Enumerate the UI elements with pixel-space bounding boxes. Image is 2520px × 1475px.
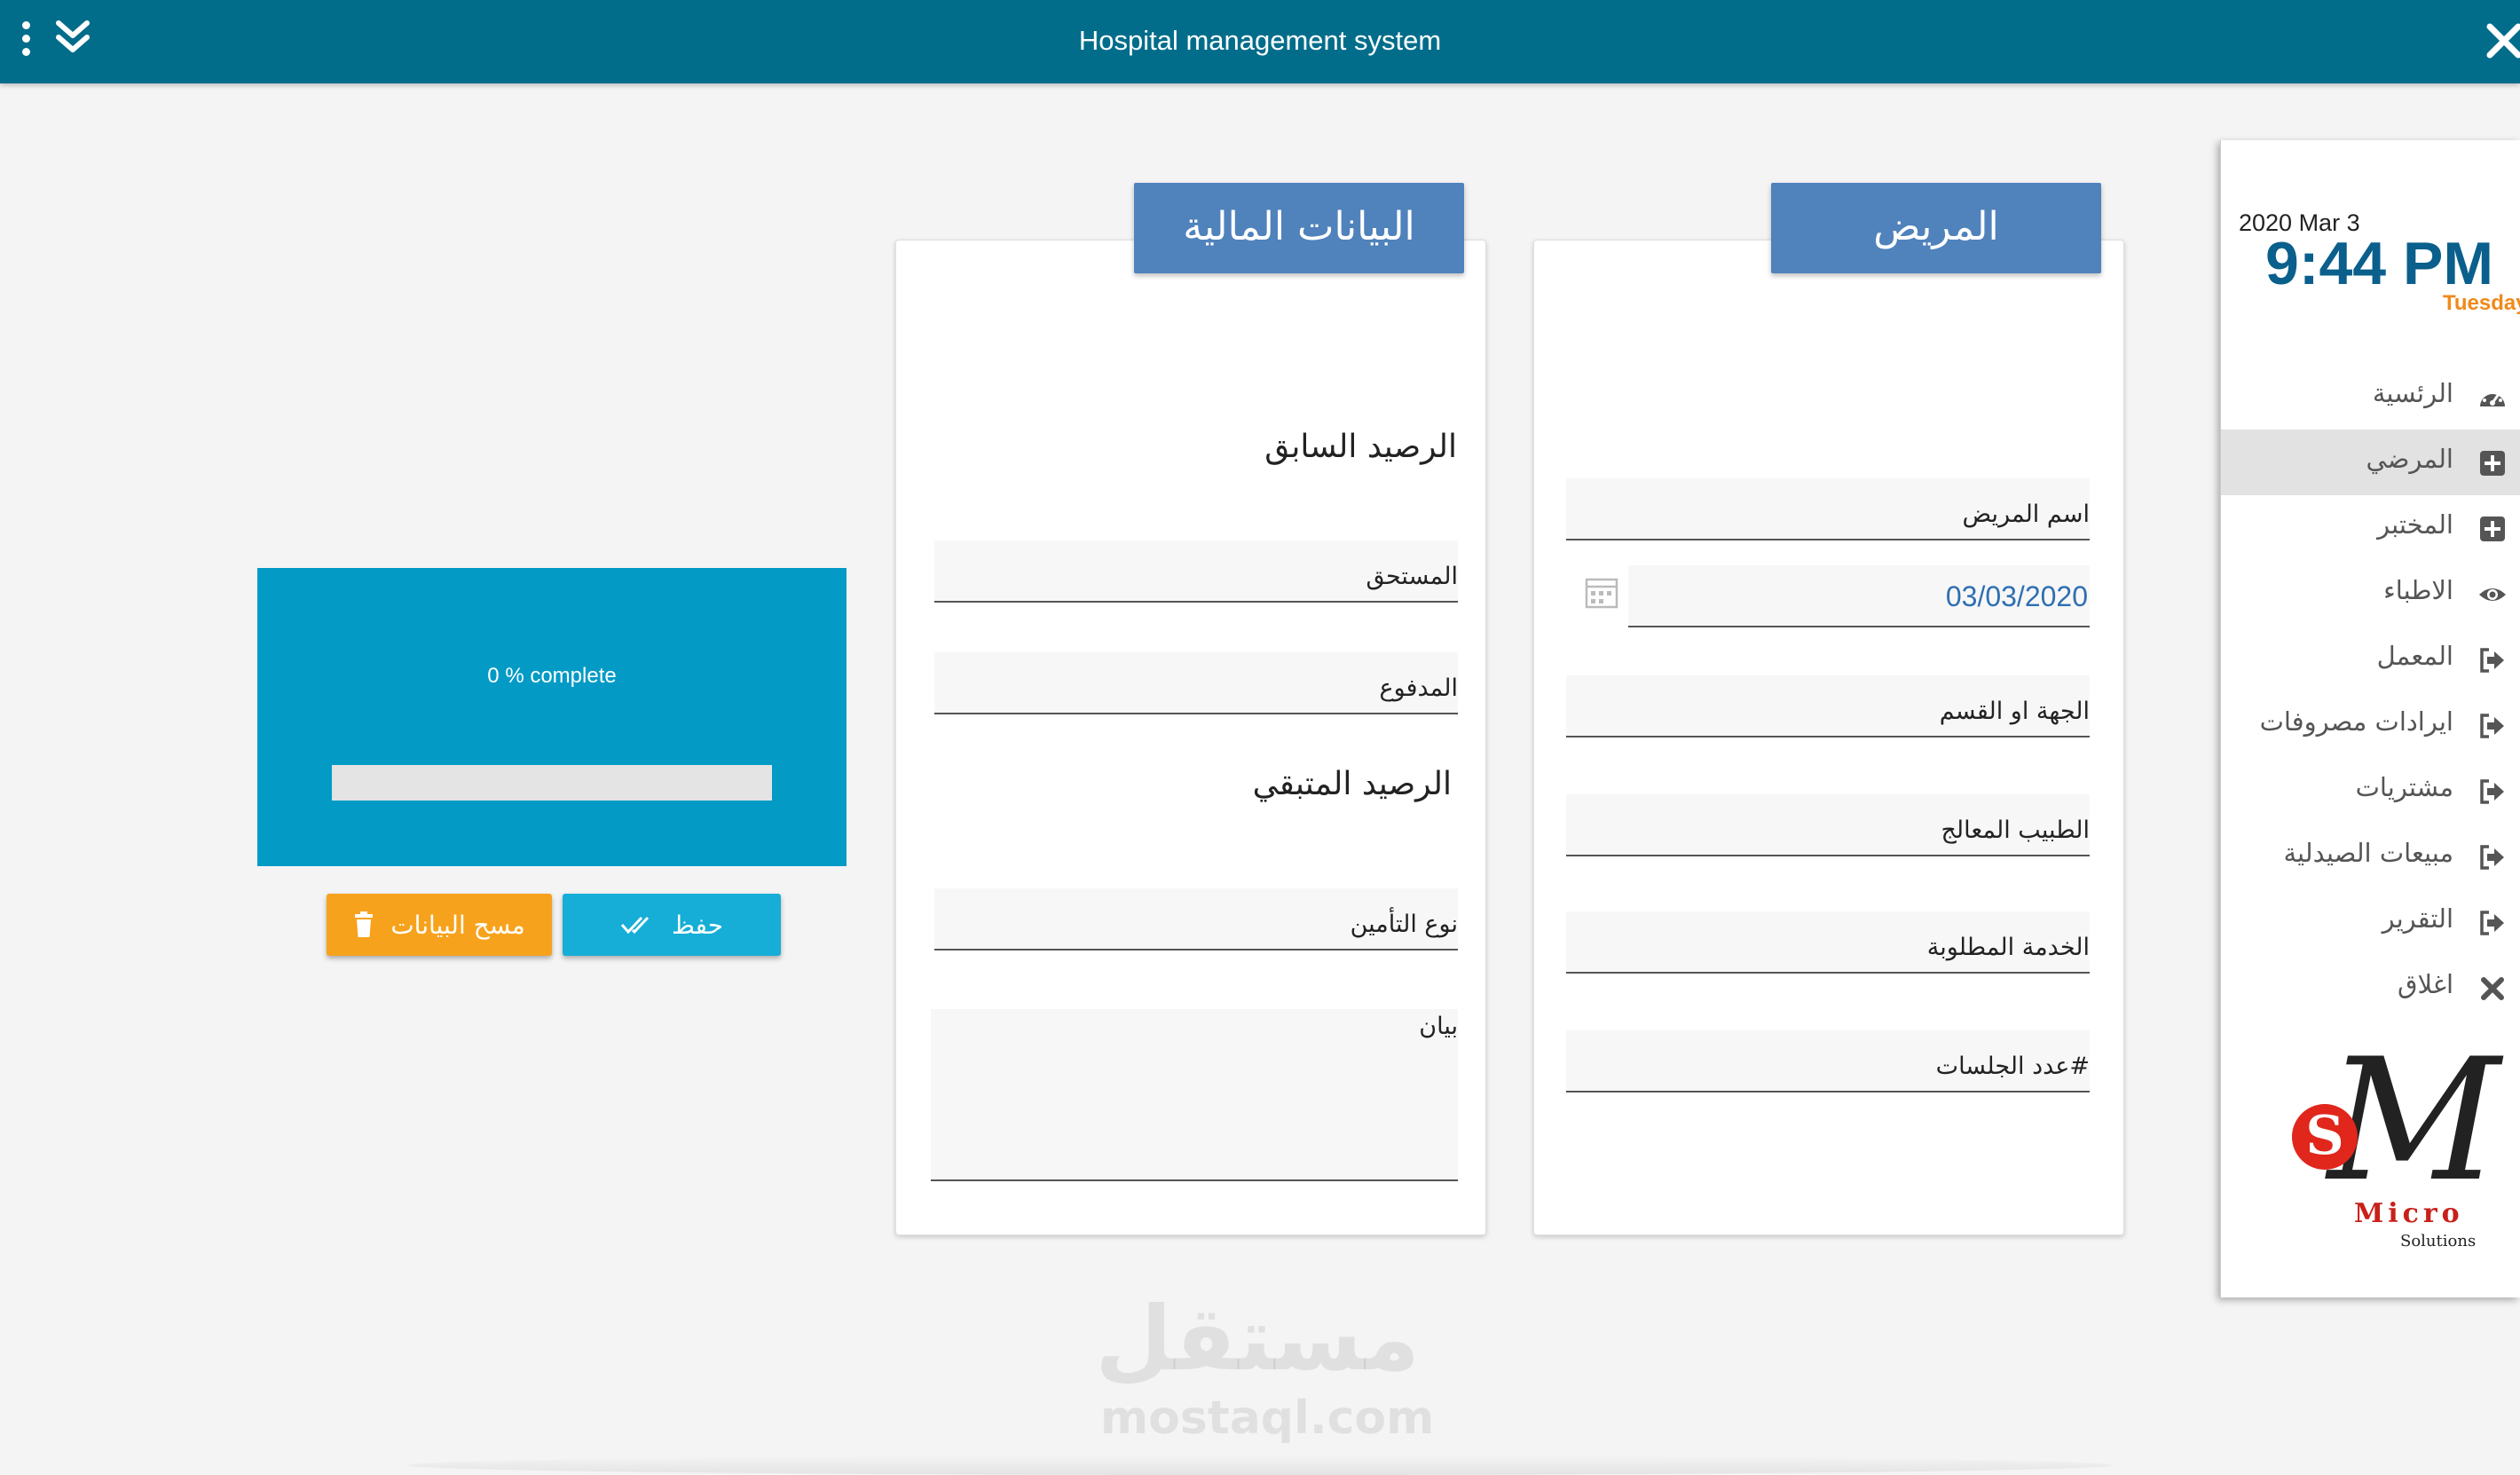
- doctor-field[interactable]: الطبيب المعالج: [1566, 794, 2090, 856]
- clear-data-button[interactable]: مسح البيانات: [327, 894, 552, 956]
- sidebar-item-revenue-expenses[interactable]: ايرادات مصروفات: [2221, 692, 2520, 758]
- window-title: Hospital management system: [1078, 25, 1442, 56]
- sidebar: 2020 Mar 3 9:44 PM Tuesday الرئسية المرض…: [2220, 140, 2520, 1298]
- patient-name-field[interactable]: اسم المريض: [1566, 478, 2090, 540]
- due-field-label: المستحق: [1366, 563, 1458, 590]
- date-field[interactable]: 03/03/2020: [1628, 565, 2090, 627]
- sign-out-icon: [2480, 845, 2504, 870]
- previous-balance-label: الرصيد السابق: [1264, 429, 1457, 465]
- statement-label: بيان: [1419, 1013, 1458, 1040]
- logo-micro-text: Micro: [2354, 1198, 2464, 1229]
- plus-square-icon: [2480, 451, 2505, 476]
- sign-out-icon: [2480, 648, 2504, 673]
- sidebar-item-label: المختبر: [2377, 509, 2453, 540]
- sidebar-item-label: الاطباء: [2383, 575, 2453, 605]
- sidebar-clock: 9:44 PM: [2265, 230, 2493, 297]
- department-field[interactable]: الجهة او القسم: [1566, 675, 2090, 738]
- sidebar-item-laboratory[interactable]: المختبر: [2221, 495, 2520, 561]
- title-bar: Hospital management system: [0, 0, 2520, 83]
- sign-out-icon: [2480, 779, 2504, 804]
- sidebar-item-close[interactable]: اغلاق: [2221, 955, 2520, 1021]
- sidebar-item-lab[interactable]: المعمل: [2221, 627, 2520, 692]
- paid-field-label: المدفوع: [1379, 674, 1458, 702]
- clear-data-button-label: مسح البيانات: [390, 910, 525, 940]
- sign-out-icon: [2480, 911, 2504, 935]
- trash-icon: [355, 911, 374, 937]
- progress-panel: 0 % complete: [257, 568, 847, 866]
- watermark-arabic: مستقل: [1095, 1287, 1420, 1391]
- close-icon: [2481, 977, 2504, 1000]
- department-field-label: الجهة او القسم: [1939, 698, 2090, 725]
- sessions-field[interactable]: #عدد الجلسات: [1566, 1030, 2090, 1092]
- finance-card-header: البيانات المالية: [1134, 183, 1464, 273]
- insurance-type-field-label: نوع التأمين: [1350, 911, 1458, 938]
- sidebar-item-label: الرئسية: [2372, 378, 2453, 408]
- progress-bar: [332, 765, 772, 801]
- calendar-icon[interactable]: [1584, 574, 1619, 610]
- eye-icon: [2479, 588, 2506, 601]
- sidebar-item-label: مشتريات: [2355, 772, 2453, 802]
- statement-textarea[interactable]: بيان: [931, 1009, 1458, 1181]
- save-button-label: حفظ: [671, 910, 724, 940]
- sidebar-item-label: التقرير: [2382, 903, 2453, 934]
- patient-card-header: المريض: [1771, 183, 2101, 273]
- progress-text: 0 % complete: [487, 664, 617, 688]
- sessions-field-label: #عدد الجلسات: [1935, 1053, 2090, 1080]
- patient-card: اسم المريض 03/03/2020 الجهة او القسم الط…: [1533, 240, 2124, 1235]
- sidebar-item-label: المرضي: [2366, 444, 2453, 474]
- sidebar-day: Tuesday: [2443, 291, 2520, 315]
- sidebar-item-home[interactable]: الرئسية: [2221, 364, 2520, 430]
- sidebar-item-label: مبيعات الصيدلية: [2283, 838, 2453, 868]
- sidebar-item-purchases[interactable]: مشتريات: [2221, 758, 2520, 824]
- finance-card: الرصيد السابق المستحق المدفوع الرصيد الم…: [895, 240, 1486, 1235]
- sidebar-item-doctors[interactable]: الاطباء: [2221, 561, 2520, 627]
- plus-square-icon: [2480, 517, 2505, 541]
- insurance-type-field[interactable]: نوع التأمين: [934, 888, 1458, 950]
- sidebar-item-label: ايرادات مصروفات: [2259, 706, 2453, 737]
- watermark-latin: mostaql.com: [1100, 1392, 1435, 1445]
- save-button[interactable]: حفظ: [563, 894, 781, 956]
- remaining-balance-label: الرصيد المتبقي: [1252, 766, 1452, 802]
- dashboard-icon: [2480, 389, 2505, 406]
- service-field-label: الخدمة المطلوبة: [1926, 934, 2090, 961]
- service-field[interactable]: الخدمة المطلوبة: [1566, 911, 2090, 974]
- logo-solutions-text: Solutions: [2400, 1232, 2477, 1250]
- micro-solutions-logo: M S Micro Solutions: [2274, 1037, 2514, 1250]
- date-value: 03/03/2020: [1945, 580, 2088, 612]
- doctor-field-label: الطبيب المعالج: [1941, 816, 2090, 844]
- sidebar-item-report[interactable]: التقرير: [2221, 889, 2520, 955]
- logo-letter-s: S: [2292, 1104, 2358, 1170]
- sidebar-item-patients[interactable]: المرضي: [2221, 430, 2520, 495]
- close-window-icon[interactable]: [2485, 21, 2520, 60]
- sidebar-item-label: اغلاق: [2397, 969, 2453, 999]
- sidebar-item-pharmacy-sales[interactable]: مبيعات الصيدلية: [2221, 824, 2520, 889]
- sidebar-menu: الرئسية المرضي المختبر الاطباء المعمل اي…: [2221, 364, 2520, 1021]
- paid-field[interactable]: المدفوع: [934, 652, 1458, 714]
- bottom-shadow: [408, 1455, 2112, 1475]
- sign-out-icon: [2480, 714, 2504, 738]
- double-check-icon: [620, 916, 650, 935]
- patient-name-field-label: اسم المريض: [1962, 501, 2090, 528]
- due-field[interactable]: المستحق: [934, 540, 1458, 603]
- sidebar-item-label: المعمل: [2376, 641, 2453, 671]
